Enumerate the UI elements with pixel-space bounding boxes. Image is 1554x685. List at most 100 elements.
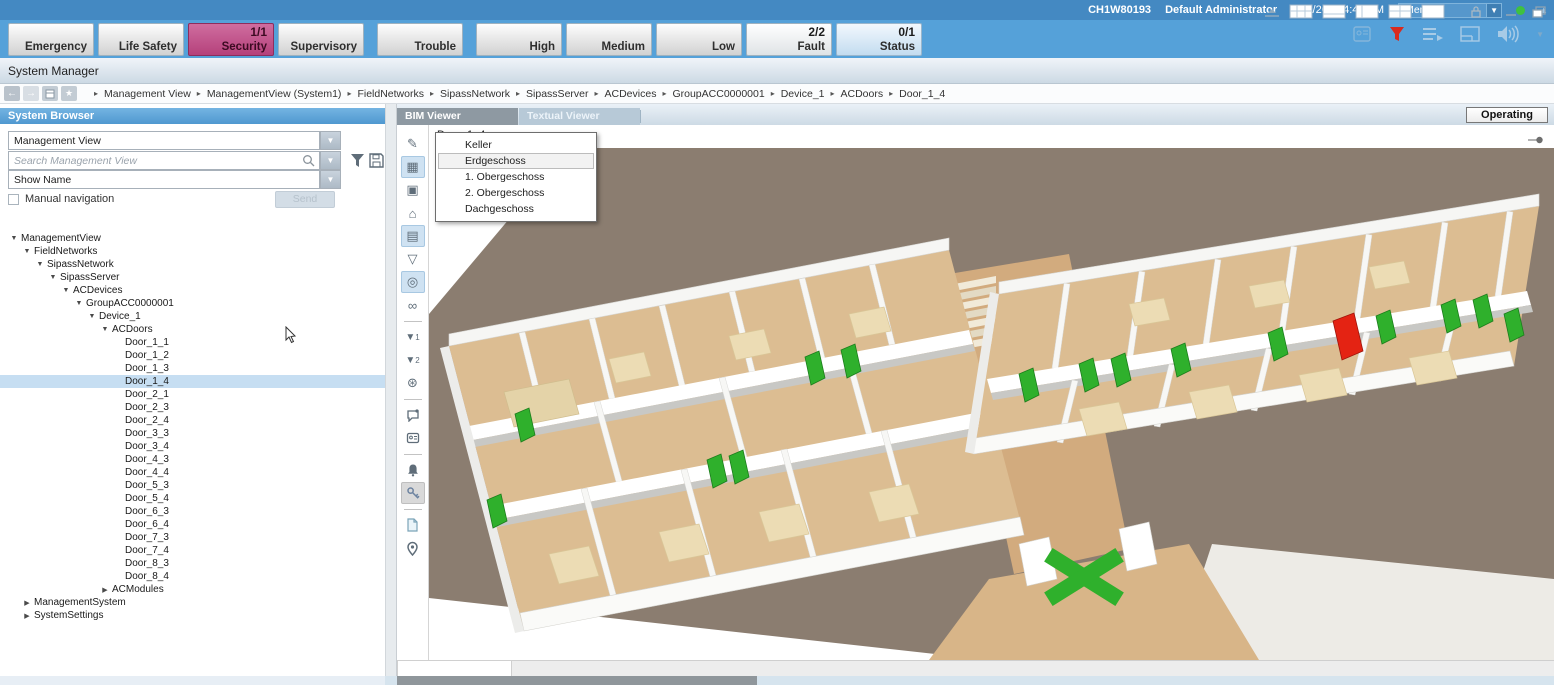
bell-icon[interactable] (401, 459, 425, 481)
tree-item[interactable]: ▶ ManagementSystem (0, 596, 385, 609)
tree-expander-icon[interactable]: ▼ (21, 248, 33, 255)
restore-button[interactable] (1532, 6, 1546, 18)
minimize-button[interactable] (1505, 7, 1517, 17)
tree-item[interactable]: Door_3_3 (0, 427, 385, 440)
tree-item[interactable]: ▼ SipassServer (0, 271, 385, 284)
tree-item[interactable]: Door_7_3 (0, 531, 385, 544)
screen-icon[interactable]: ▣ (401, 179, 425, 201)
send-button[interactable]: Send (275, 191, 335, 208)
chevron-down-icon[interactable]: ▼ (320, 170, 341, 189)
view-selector-dropdown[interactable]: Management View (8, 131, 320, 150)
event-list-icon[interactable] (1422, 26, 1444, 42)
tree-item[interactable]: Door_1_1 (0, 336, 385, 349)
forward-button[interactable]: → (23, 86, 39, 101)
tree-item[interactable]: Door_1_3 (0, 362, 385, 375)
tree-item[interactable]: ▼ ManagementView (0, 232, 385, 245)
alarm-category-button[interactable]: Life Safety (98, 23, 184, 56)
tree-item[interactable]: ▶ SystemSettings (0, 609, 385, 622)
alarm-category-button[interactable]: 2/2 Fault (746, 23, 832, 56)
badge-card-icon[interactable] (401, 427, 425, 449)
edit-pen-icon[interactable]: ✎ (401, 133, 425, 155)
alarm-category-button[interactable]: 1/1 Security (188, 23, 274, 56)
tree-expander-icon[interactable]: ▶ (21, 599, 33, 607)
bim-3d-view[interactable] (429, 124, 1554, 660)
window-layout-icon[interactable] (1460, 26, 1480, 42)
operating-mode-button[interactable]: Operating (1466, 107, 1548, 123)
tree-expander-icon[interactable]: ▼ (60, 287, 72, 294)
speaker-icon[interactable] (1496, 24, 1520, 44)
tree-item[interactable]: Door_5_3 (0, 479, 385, 492)
breadcrumb-item[interactable]: Management View (104, 88, 191, 100)
document-list-icon[interactable]: ▤ (401, 225, 425, 247)
search-input[interactable]: Search Management View (8, 151, 320, 170)
tree-item[interactable]: Door_6_3 (0, 505, 385, 518)
breadcrumb-item[interactable]: SipassServer (526, 88, 588, 100)
splitter-pin-icon[interactable] (1528, 136, 1544, 144)
badge-reader-icon[interactable] (1352, 25, 1372, 43)
home-icon[interactable]: ⌂ (401, 202, 425, 224)
scrollbar-thumb[interactable] (397, 676, 757, 685)
layout-single-icon[interactable] (1421, 4, 1445, 19)
collapse-panel-icon[interactable] (1264, 5, 1280, 18)
breadcrumb-item[interactable]: GroupACC0000001 (672, 88, 764, 100)
tree-item[interactable]: Door_8_3 (0, 557, 385, 570)
back-button[interactable]: ← (4, 86, 20, 101)
viewer-tab[interactable]: BIM Viewer (397, 108, 518, 125)
tree-expander-icon[interactable]: ▼ (8, 235, 20, 242)
tree-item[interactable]: Door_8_4 (0, 570, 385, 583)
breadcrumb-item[interactable]: SipassNetwork (440, 88, 510, 100)
breadcrumb-item[interactable]: ACDoors (841, 88, 884, 100)
tree-item[interactable]: Door_2_1 (0, 388, 385, 401)
layout-bottom-icon[interactable] (1322, 4, 1346, 19)
panel-splitter[interactable] (385, 104, 397, 676)
manual-navigation-checkbox[interactable] (8, 194, 19, 205)
tree-expander-icon[interactable]: ▶ (21, 612, 33, 620)
tree-expander-icon[interactable]: ▶ (99, 586, 111, 594)
save-icon[interactable] (369, 153, 384, 168)
viewer-tab[interactable]: Textual Viewer (519, 108, 640, 125)
tree-item[interactable]: ▼ FieldNetworks (0, 245, 385, 258)
tree-item[interactable]: Door_2_3 (0, 401, 385, 414)
tree-expander-icon[interactable]: ▼ (47, 274, 59, 281)
favorites-star-icon[interactable]: ★ (61, 86, 77, 101)
tree-item[interactable]: ▼ SipassNetwork (0, 258, 385, 271)
tree-expander-icon[interactable]: ▼ (99, 326, 111, 333)
breadcrumb-item[interactable]: ManagementView (System1) (207, 88, 342, 100)
tree-item[interactable]: Door_4_3 (0, 453, 385, 466)
tree-expander-icon[interactable]: ▼ (34, 261, 46, 268)
alarm-category-button[interactable]: Medium (566, 23, 652, 56)
tree-item[interactable]: Door_3_4 (0, 440, 385, 453)
floor-menu-item[interactable]: Keller (438, 137, 594, 153)
breadcrumb-item[interactable]: ACDevices (605, 88, 657, 100)
key-icon[interactable] (401, 482, 425, 504)
horizontal-scrollbar[interactable] (0, 676, 1554, 685)
comment-icon[interactable] (401, 404, 425, 426)
tree-item[interactable]: ▶ ACModules (0, 583, 385, 596)
alarm-category-button[interactable]: 0/1 Status (836, 23, 922, 56)
tree-item[interactable]: Door_4_4 (0, 466, 385, 479)
filter-2-icon[interactable]: ▼2 (401, 349, 425, 371)
tree-expander-icon[interactable]: ▼ (73, 300, 85, 307)
floor-menu-item[interactable]: Dachgeschoss (438, 201, 594, 217)
breadcrumb-item[interactable]: Door_1_4 (899, 88, 945, 100)
layout-quad-icon[interactable] (1388, 4, 1412, 19)
breadcrumb-item[interactable]: FieldNetworks (357, 88, 424, 100)
history-icon[interactable] (42, 86, 58, 101)
tree-item[interactable]: Door_1_4 (0, 375, 385, 388)
floor-menu-item[interactable]: 1. Obergeschoss (438, 169, 594, 185)
alarm-category-button[interactable]: Supervisory (278, 23, 364, 56)
alarm-category-button[interactable]: High (476, 23, 562, 56)
tree-item[interactable]: Door_7_4 (0, 544, 385, 557)
floor-menu-item[interactable]: 2. Obergeschoss (438, 185, 594, 201)
chevron-down-icon[interactable]: ▼ (1536, 30, 1544, 39)
floor-grid-icon[interactable]: ▦ (401, 156, 425, 178)
search-icon[interactable] (302, 154, 315, 167)
chevron-down-icon[interactable]: ▼ (320, 131, 341, 150)
tree-item[interactable]: Door_2_4 (0, 414, 385, 427)
tree-item[interactable]: ▼ Device_1 (0, 310, 385, 323)
fan-icon[interactable]: ⊛ (401, 372, 425, 394)
view-cone-icon[interactable]: ▽ (401, 248, 425, 270)
layout-left-icon[interactable] (1355, 4, 1379, 19)
tree-item[interactable]: Door_5_4 (0, 492, 385, 505)
alarm-category-button[interactable]: Emergency (8, 23, 94, 56)
